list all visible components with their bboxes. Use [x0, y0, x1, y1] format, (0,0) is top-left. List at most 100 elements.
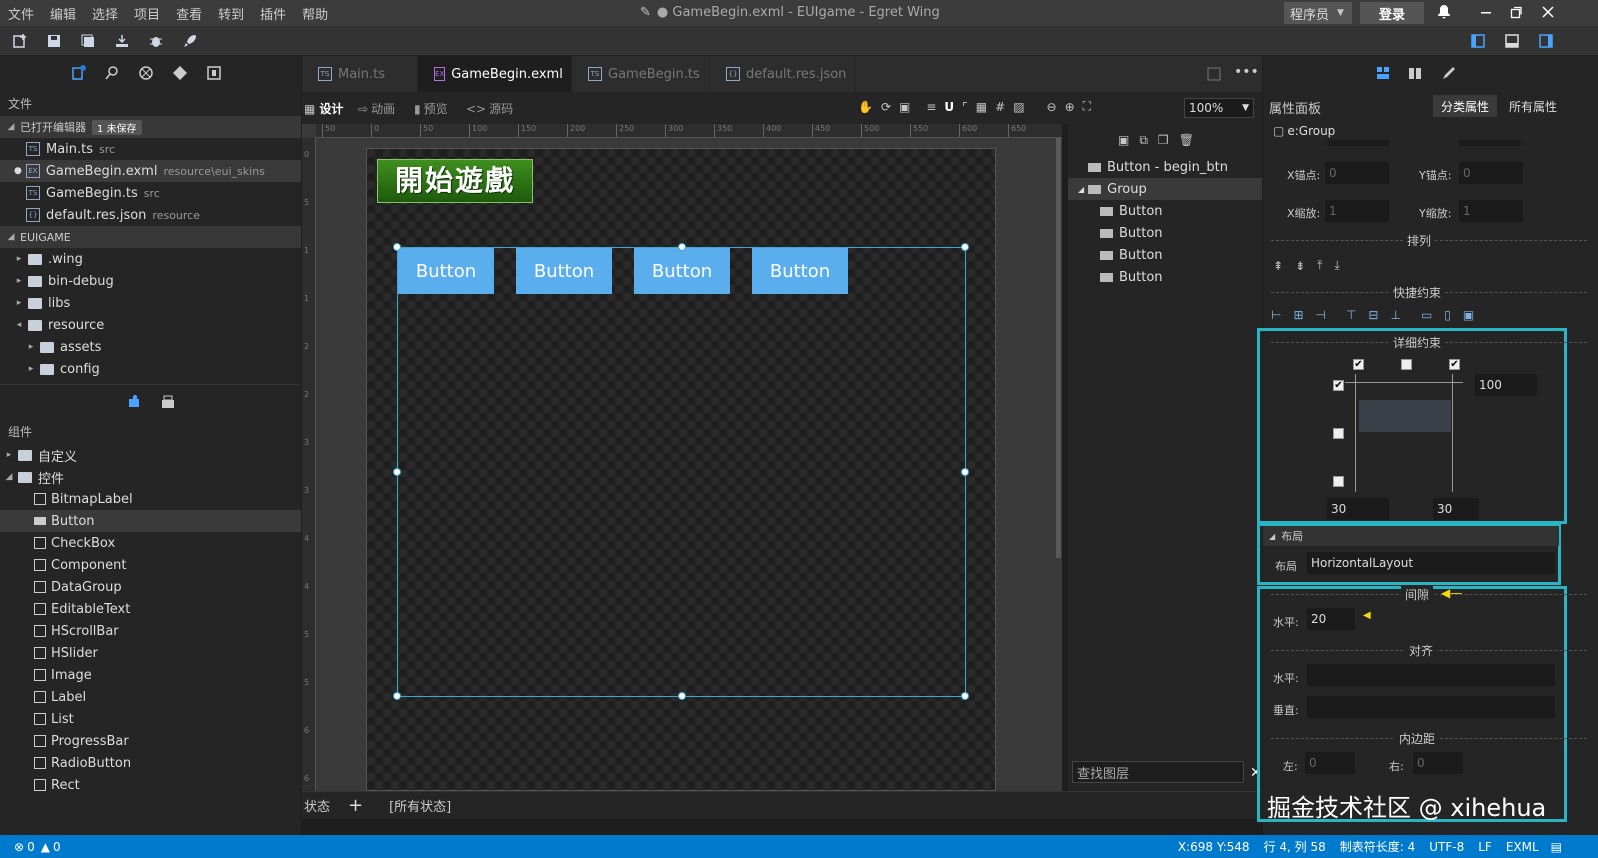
copy-icon[interactable]: ❐ [1158, 133, 1169, 147]
save-icon[interactable] [46, 33, 62, 49]
guides-icon[interactable]: # [995, 100, 1005, 114]
ruler-guide-icon[interactable]: ⌜ [962, 100, 968, 114]
menu-view[interactable]: 查看 [176, 4, 202, 23]
line-ending[interactable]: LF [1478, 840, 1492, 854]
selected-group[interactable]: Button Button Button Button [393, 243, 969, 700]
encoding[interactable]: UTF-8 [1429, 840, 1464, 854]
line-col[interactable]: 行 4, 列 58 [1264, 838, 1326, 855]
all-props-tab[interactable]: 所有属性 [1509, 98, 1557, 115]
component-item[interactable]: CheckBox [0, 532, 301, 554]
begin-bitmap-label[interactable]: 開始遊戲 [377, 159, 533, 203]
component-item[interactable]: DataGroup [0, 576, 301, 598]
align-right-icon[interactable]: ⊣ [1316, 308, 1326, 322]
resize-handle[interactable] [393, 692, 401, 700]
hand-tool-icon[interactable]: ✋ [858, 100, 873, 114]
component-item[interactable]: HSlider [0, 642, 301, 664]
padding-right-input[interactable]: 0 [1413, 752, 1463, 774]
gap-horizontal-input[interactable]: 20 [1307, 608, 1355, 630]
scale-x-input[interactable]: 1 [1325, 200, 1389, 222]
animation-mode-button[interactable]: ⇨ 动画 [358, 100, 395, 117]
component-item[interactable]: BitmapLabel [0, 488, 301, 510]
constraint-left-value[interactable]: 30 [1327, 498, 1389, 520]
refresh-icon[interactable]: ⟳ [881, 100, 891, 114]
resize-handle[interactable] [961, 692, 969, 700]
resize-handle[interactable] [961, 243, 969, 251]
group-icon[interactable]: ▣ [1118, 133, 1129, 147]
book-icon[interactable] [1407, 65, 1423, 81]
grid-icon[interactable]: ▦ [976, 100, 987, 114]
constraint-vcenter-checkbox[interactable] [1333, 428, 1344, 439]
layer-item[interactable]: Button [1068, 200, 1262, 222]
source-mode-button[interactable]: <> 源码 [466, 100, 513, 117]
resource-library-icon[interactable] [160, 394, 176, 410]
align-left-icon[interactable]: ⊢ [1271, 308, 1281, 322]
ungroup-icon[interactable]: ⧉ [1139, 133, 1148, 148]
layout-right-icon[interactable] [1538, 33, 1554, 49]
stage-button-4[interactable]: Button [752, 248, 848, 294]
minimize-icon[interactable] [1478, 4, 1494, 20]
image-icon[interactable]: ▨ [1013, 100, 1024, 114]
fill-height-icon[interactable]: ▯ [1444, 308, 1451, 322]
git-icon[interactable] [172, 65, 188, 81]
stage[interactable]: 開始遊戲 Button Button Button Button [366, 148, 996, 791]
search-icon[interactable] [104, 65, 120, 81]
publish-icon[interactable] [114, 33, 130, 49]
constraint-top-value[interactable]: 100 [1475, 374, 1537, 396]
layer-item[interactable]: Button [1068, 266, 1262, 288]
role-select[interactable]: 程序员 ▼ [1284, 2, 1352, 24]
zoom-out-icon[interactable]: ⊖ [1047, 100, 1057, 114]
project-header[interactable]: ◢ EUIGAME [0, 226, 301, 248]
resize-handle[interactable] [961, 468, 969, 476]
component-item[interactable]: RadioButton [0, 752, 301, 774]
properties-icon[interactable] [1375, 65, 1391, 81]
add-state-icon[interactable]: + [348, 795, 363, 816]
send-back-icon[interactable]: ⇟ [1295, 259, 1305, 273]
design-mode-button[interactable]: ▦ 设计 [304, 100, 343, 117]
constraint-top-checkbox[interactable]: ✔ [1333, 380, 1344, 391]
all-states-tab[interactable]: [所有状态] [389, 796, 451, 815]
find-layer-input[interactable]: 查找图层 [1072, 761, 1244, 783]
open-file-item[interactable]: ● EX GameBegin.exml resource\eui_skins [0, 160, 301, 182]
fit-frame-icon[interactable]: ▣ [899, 100, 910, 114]
split-editor-icon[interactable] [1206, 66, 1222, 82]
controls-folder[interactable]: ◢ 控件 [0, 466, 301, 488]
component-item[interactable]: EditableText [0, 598, 301, 620]
menu-goto[interactable]: 转到 [218, 4, 244, 23]
close-icon[interactable] [1540, 4, 1556, 20]
open-file-item[interactable]: TS GameBegin.ts src [0, 182, 301, 204]
layer-item[interactable]: Button - begin_btn [1068, 156, 1262, 178]
fit-screen-icon[interactable]: ⛶ [1083, 99, 1091, 114]
fill-width-icon[interactable]: ▭ [1421, 308, 1432, 322]
layer-item[interactable]: Button [1068, 222, 1262, 244]
open-editors-header[interactable]: ◢ 已打开编辑器 1 未保存 [0, 116, 301, 138]
layout-bottom-icon[interactable] [1504, 33, 1520, 49]
fill-both-icon[interactable]: ▣ [1463, 308, 1474, 322]
component-item[interactable]: List [0, 708, 301, 730]
open-file-item[interactable]: TS Main.ts src [0, 138, 301, 160]
debug-sidebar-icon[interactable] [138, 65, 154, 81]
menu-file[interactable]: 文件 [8, 4, 34, 23]
anchor-y-input[interactable]: 0 [1459, 162, 1523, 184]
folder-item[interactable]: ▸ libs [0, 292, 301, 314]
folder-item[interactable]: ▸ .wing [0, 248, 301, 270]
layout-left-icon[interactable] [1470, 33, 1486, 49]
constraint-right-checkbox[interactable]: ✔ [1449, 359, 1460, 370]
folder-item[interactable]: ▸ assets [0, 336, 301, 358]
component-item[interactable]: Button [0, 510, 301, 532]
center-h-icon[interactable]: ⊞ [1293, 308, 1303, 322]
tab-size[interactable]: 制表符长度: 4 [1340, 838, 1416, 855]
menu-plugins[interactable]: 插件 [260, 4, 286, 23]
component-item[interactable]: Component [0, 554, 301, 576]
category-props-tab[interactable]: 分类属性 [1433, 95, 1497, 117]
component-item[interactable]: HScrollBar [0, 620, 301, 642]
zoom-in-icon[interactable]: ⊕ [1065, 100, 1075, 114]
brush-tool-icon[interactable] [1439, 65, 1455, 81]
align-bottom-icon[interactable]: ⊥ [1390, 308, 1400, 322]
canvas-scrollbar[interactable] [1056, 138, 1061, 558]
align-horizontal-select[interactable] [1307, 664, 1555, 686]
stage-button-3[interactable]: Button [634, 248, 730, 294]
resize-handle[interactable] [393, 468, 401, 476]
layer-item[interactable]: ◢ Group [1068, 178, 1262, 200]
custom-components-folder[interactable]: ▸ 自定义 [0, 444, 301, 466]
anchor-x-input[interactable]: 0 [1325, 162, 1389, 184]
